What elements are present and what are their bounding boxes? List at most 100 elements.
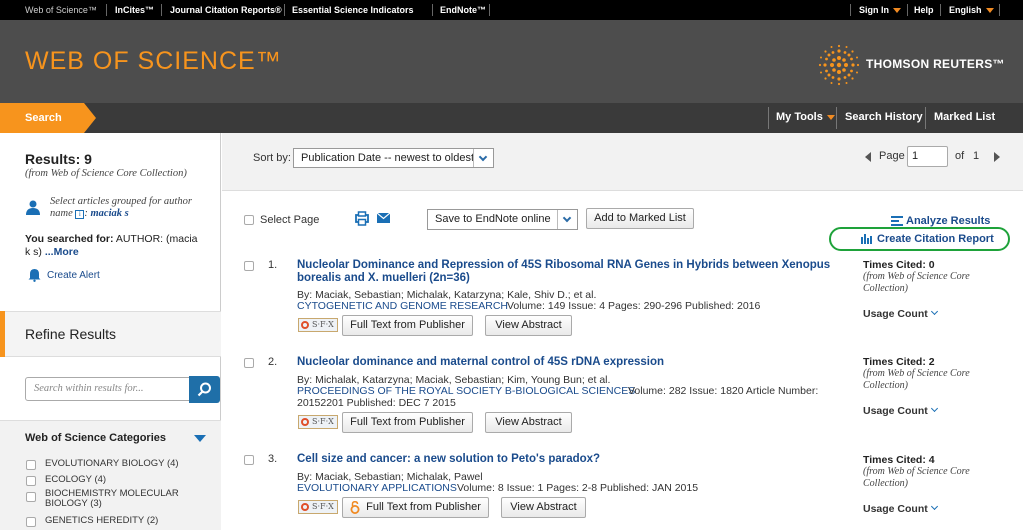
web-of-science-logo[interactable]: WEB OF SCIENCE™	[25, 47, 282, 76]
refine-results-title: Refine Results	[25, 326, 117, 342]
site-header: WEB OF SCIENCE™ THOMSON REUTERS™	[0, 20, 1023, 103]
full-text-label: Full Text from Publisher	[366, 501, 481, 513]
print-icon[interactable]	[355, 211, 369, 226]
divider	[836, 107, 837, 129]
result-number: 2.	[268, 356, 278, 368]
result-journal-link[interactable]: EVOLUTIONARY APPLICATIONS	[297, 482, 457, 494]
chevron-down-icon	[562, 213, 572, 223]
view-abstract-button[interactable]: View Abstract	[501, 497, 586, 518]
result-journal-link[interactable]: CYTOGENETIC AND GENOME RESEARCH	[297, 300, 508, 312]
result-title-link[interactable]: Nucleolar Dominance and Repression of 45…	[297, 259, 830, 271]
result-number: 1.	[268, 259, 278, 271]
category-checkbox[interactable]	[26, 492, 36, 502]
next-page-icon[interactable]	[994, 152, 1000, 162]
help-link[interactable]: Help	[914, 0, 934, 20]
save-to-endnote-select[interactable]: Save to EndNote online	[427, 209, 578, 230]
result-meta: Volume: 8 Issue: 1 Pages: 2-8 Published:…	[457, 482, 699, 494]
result-title-link-cont[interactable]: borealis and X. muelleri (2n=36)	[297, 272, 470, 284]
view-abstract-button[interactable]: View Abstract	[485, 412, 572, 433]
sfx-button[interactable]: S·F·X	[298, 415, 338, 429]
usage-count-label: Usage Count	[863, 308, 928, 320]
usage-count-toggle[interactable]: Usage Count	[863, 307, 938, 320]
page-number-input[interactable]: 1	[907, 146, 948, 167]
add-to-marked-list-button[interactable]: Add to Marked List	[586, 208, 694, 229]
sfx-button[interactable]: S·F·X	[298, 500, 338, 514]
times-cited-source: (from Web of Science Core Collection)	[863, 271, 970, 294]
divider	[284, 4, 285, 16]
sidebar: Results: 9 (from Web of Science Core Col…	[0, 133, 221, 530]
result-meta: Volume: 149 Issue: 4 Pages: 290-296 Publ…	[507, 300, 761, 312]
author-name-link[interactable]: maciak s	[91, 208, 129, 219]
thomson-reuters-logo-icon	[818, 44, 860, 86]
result-journal-link[interactable]: PROCEEDINGS OF THE ROYAL SOCIETY B-BIOLO…	[297, 385, 635, 397]
full-text-button[interactable]: Full Text from Publisher	[342, 412, 473, 433]
usage-count-label: Usage Count	[863, 405, 928, 417]
divider	[925, 107, 926, 129]
chevron-down-icon	[930, 502, 938, 511]
select-page-label: Select Page	[260, 214, 320, 226]
sort-label: Sort by:	[253, 152, 291, 164]
full-text-button[interactable]: Full Text from Publisher	[342, 315, 473, 336]
search-summary: You searched for: AUTHOR: (macia k s) ..…	[25, 233, 205, 259]
top-link-jcr[interactable]: Journal Citation Reports®	[170, 0, 282, 20]
result-checkbox[interactable]	[244, 455, 254, 465]
marked-list-link[interactable]: Marked List	[934, 103, 995, 133]
you-searched-label: You searched for:	[25, 233, 114, 245]
divider	[768, 107, 769, 129]
top-link-web-of-science[interactable]: Web of Science™	[25, 0, 97, 20]
category-checkbox[interactable]	[26, 476, 36, 486]
page-number-value: 1	[912, 150, 919, 162]
sfx-button[interactable]: S·F·X	[298, 318, 338, 332]
create-alert-link[interactable]: Create Alert	[47, 270, 100, 281]
result-number: 3.	[268, 453, 278, 465]
times-cited-source: (from Web of Science Core Collection)	[863, 368, 970, 391]
analyze-icon	[891, 216, 903, 226]
email-icon[interactable]	[377, 213, 390, 223]
analyze-results-link[interactable]: Analyze Results	[906, 215, 990, 227]
category-checkbox[interactable]	[26, 460, 36, 470]
result-checkbox[interactable]	[244, 261, 254, 271]
my-tools-menu[interactable]: My Tools	[776, 103, 835, 133]
sort-select[interactable]: Publication Date -- newest to oldest	[293, 148, 494, 168]
top-link-esi[interactable]: Essential Science Indicators	[292, 0, 414, 20]
tab-search[interactable]: Search	[0, 103, 84, 133]
result-title-link[interactable]: Cell size and cancer: a new solution to …	[297, 453, 600, 465]
top-nav-bar: Web of Science™ InCites™ Journal Citatio…	[0, 0, 1023, 20]
divider	[489, 4, 490, 16]
times-cited[interactable]: Times Cited: 0	[863, 259, 935, 271]
result-title-link[interactable]: Nucleolar dominance and maternal control…	[297, 356, 664, 368]
author-grouping-note: Select articles grouped for author name …	[50, 196, 192, 219]
category-checkbox[interactable]	[26, 517, 36, 527]
top-link-endnote[interactable]: EndNote™	[440, 0, 486, 20]
prev-page-icon[interactable]	[865, 152, 871, 162]
times-cited[interactable]: Times Cited: 2	[863, 356, 935, 368]
divider	[161, 4, 162, 16]
view-abstract-button[interactable]: View Abstract	[485, 315, 572, 336]
times-cited[interactable]: Times Cited: 4	[863, 454, 935, 466]
times-cited-source: (from Web of Science Core Collection)	[863, 466, 970, 489]
search-history-link[interactable]: Search History	[845, 103, 923, 133]
select-page-checkbox[interactable]	[244, 215, 254, 225]
usage-count-label: Usage Count	[863, 503, 928, 515]
top-link-incites[interactable]: InCites™	[115, 0, 154, 20]
result-checkbox[interactable]	[244, 358, 254, 368]
create-citation-report-link[interactable]: Create Citation Report	[877, 233, 994, 245]
collapse-arrow-icon[interactable]	[194, 435, 206, 442]
info-icon[interactable]: i	[75, 210, 85, 219]
language-menu[interactable]: English	[949, 0, 994, 20]
usage-count-toggle[interactable]: Usage Count	[863, 502, 938, 515]
open-access-icon	[350, 501, 360, 514]
chevron-down-icon	[893, 8, 901, 14]
full-text-button[interactable]: Full Text from Publisher	[342, 497, 489, 518]
more-link[interactable]: ...More	[45, 246, 79, 258]
category-label: ECOLOGY (4)	[45, 474, 107, 485]
bar-chart-icon	[861, 234, 872, 244]
sign-in-menu[interactable]: Sign In	[859, 0, 901, 20]
page-label: Page	[879, 150, 905, 162]
categories-title: Web of Science Categories	[25, 432, 167, 444]
usage-count-toggle[interactable]: Usage Count	[863, 404, 938, 417]
search-icon	[197, 382, 211, 397]
search-within-input[interactable]: Search within results for...	[25, 377, 190, 401]
search-within-button[interactable]	[189, 376, 220, 403]
total-pages: 1	[973, 150, 980, 162]
